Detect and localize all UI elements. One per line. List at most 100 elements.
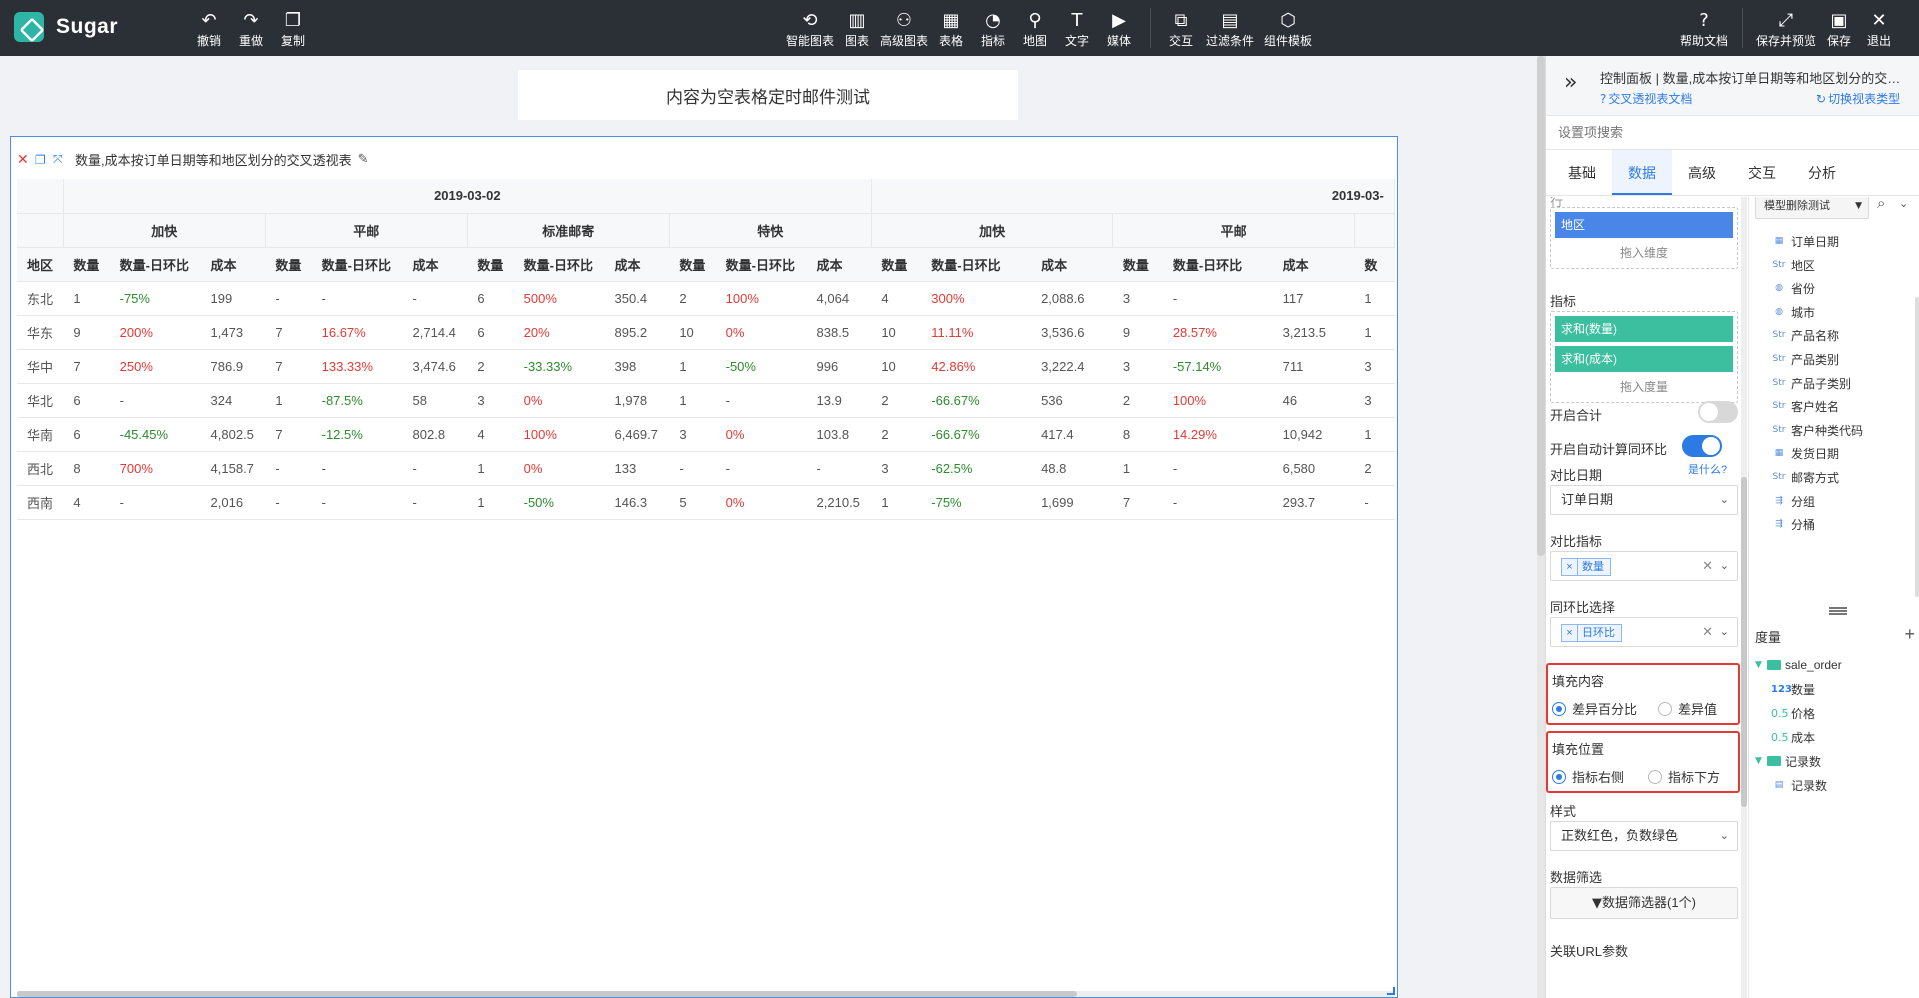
table-cell: 2,714.4	[402, 315, 468, 350]
text-button[interactable]: T 文字	[1056, 0, 1098, 56]
fill-position-group: 填充位置 指标右侧 指标下方	[1546, 731, 1740, 793]
pivot-table-scroll[interactable]: 2019-03-02 2019-03- 加快 平邮 标准邮寄 特快 加快 平邮 地区 数量 数量-日…	[17, 179, 1395, 991]
dimension-field[interactable]: Str 产品子类别	[1771, 373, 1852, 393]
exit-button[interactable]: ✕ 退出	[1859, 0, 1899, 56]
count-folder-label: 记录数	[1785, 754, 1822, 769]
what-is-link[interactable]: 是什么?	[1688, 461, 1727, 477]
table-cell: 350.4	[604, 281, 670, 316]
panel-tab-3[interactable]: 交互	[1732, 150, 1792, 195]
auto-calc-toggle[interactable]	[1682, 435, 1722, 457]
remove-tag-icon[interactable]: ×	[1562, 559, 1578, 575]
metric-dropzone[interactable]: 求和(数量) 求和(成本) 拖入度量	[1550, 311, 1738, 403]
table-button[interactable]: ▦ 表格	[930, 0, 972, 56]
dimension-field[interactable]: Str 客户姓名	[1771, 396, 1840, 416]
collapse-panel-icon[interactable]: »	[1564, 70, 1577, 95]
table-cell: 324	[200, 383, 266, 418]
table-row: 西南 4-2,016- - -1 -50% 146.3 5 0% 2,210.5 1 -75% 1,6…	[17, 485, 1395, 520]
model-select[interactable]: 模型删除测试 ▼	[1755, 197, 1869, 219]
app-logo[interactable]: Sugar	[14, 12, 118, 42]
metric-button[interactable]: ◔ 指标	[972, 0, 1014, 56]
settings-search-input[interactable]	[1546, 116, 1919, 150]
interaction-button[interactable]: ⧉ 交互	[1161, 0, 1201, 56]
compare-metric-tag: × 数量	[1561, 558, 1611, 576]
compare-metric-select[interactable]: × 数量 ✕ ⌄	[1550, 551, 1738, 581]
save-button[interactable]: ▣ 保存	[1819, 0, 1859, 56]
pivot-doc-link[interactable]: ? 交叉透视表文档	[1600, 90, 1692, 107]
count-field[interactable]: ▤ 记录数	[1771, 775, 1827, 795]
pivot-table-widget[interactable]: ✕ ❐ ⤧ 数量,成本按订单日期等和地区划分的交叉透视表 ✎ 2019-03-0…	[10, 136, 1398, 998]
chevron-down-icon[interactable]: ⌄	[1899, 197, 1908, 210]
resize-handle[interactable]	[1387, 987, 1395, 995]
measure-field[interactable]: 123 数量	[1771, 679, 1815, 699]
advanced-chart-button[interactable]: ⚇ 高级图表	[878, 0, 930, 56]
dimension-field[interactable]: Str 客户种类代码	[1771, 420, 1864, 440]
horizontal-scrollbar[interactable]	[17, 991, 1395, 997]
table-cell: -45.45%	[109, 417, 201, 452]
compare-date-select[interactable]: 订单日期 ⌄	[1550, 485, 1738, 515]
fill-content-value-radio[interactable]: 差异值	[1658, 699, 1717, 718]
dimension-field[interactable]: ▦ 发货日期	[1771, 443, 1839, 463]
undo-button[interactable]: ↶ 撤销	[188, 0, 230, 56]
save-preview-button[interactable]: ⤢ 保存并预览	[1753, 0, 1819, 56]
redo-button[interactable]: ↷ 重做	[230, 0, 272, 56]
panel-tab-2[interactable]: 高级	[1672, 150, 1732, 195]
measure-field[interactable]: 0.5 价格	[1771, 703, 1815, 723]
dimension-field[interactable]: ⇶ 分桶	[1771, 514, 1815, 534]
dimension-dropzone[interactable]: 地区 拖入维度	[1550, 207, 1738, 269]
region-cell: 西北	[17, 451, 64, 486]
switch-type-link[interactable]: ↻ 切换视表类型	[1816, 90, 1900, 107]
fill-position-below-radio[interactable]: 指标下方	[1648, 767, 1720, 786]
data-filter-button[interactable]: ▼数据筛选器(1个)	[1550, 887, 1738, 919]
delete-widget-icon[interactable]: ✕	[17, 152, 33, 168]
clear-icon[interactable]: ✕	[1702, 552, 1713, 580]
panel-tab-0[interactable]: 基础	[1552, 150, 1612, 195]
undo-label: 撤销	[196, 34, 221, 48]
dimension-field[interactable]: Str 产品名称	[1771, 325, 1840, 345]
remove-tag-icon[interactable]: ×	[1562, 625, 1578, 641]
style-select[interactable]: 正数红色，负数绿色 ⌄	[1550, 821, 1738, 851]
table-cell: 5	[669, 485, 716, 520]
dimension-chip-region[interactable]: 地区	[1555, 212, 1733, 238]
table-cell: -	[109, 485, 201, 520]
panel-tab-1[interactable]: 数据	[1612, 150, 1672, 195]
dimension-field[interactable]: Str 邮寄方式	[1771, 467, 1840, 487]
fill-content-percent-radio[interactable]: 差异百分比	[1552, 699, 1637, 718]
help-docs-button[interactable]: ? 帮助文档	[1676, 0, 1732, 56]
copy-button[interactable]: ❐ 复制	[272, 0, 314, 56]
splitter-handle[interactable]	[1829, 607, 1847, 615]
fill-position-right-radio[interactable]: 指标右侧	[1552, 767, 1624, 786]
fullscreen-widget-icon[interactable]: ⤧	[53, 152, 69, 167]
count-folder[interactable]: ▼ 记录数	[1755, 751, 1821, 771]
settings-scrollbar[interactable]	[1741, 197, 1747, 998]
smart-chart-button[interactable]: ⟲ 智能图表	[784, 0, 836, 56]
copy-widget-icon[interactable]: ❐	[35, 153, 51, 167]
dimension-field[interactable]: ▦ 订单日期	[1771, 231, 1839, 251]
dimension-field[interactable]: Str 产品类别	[1771, 349, 1840, 369]
map-button[interactable]: ⚲ 地图	[1014, 0, 1056, 56]
dimension-field[interactable]: ◍ 城市	[1771, 302, 1815, 322]
dimension-scrollbar[interactable]	[1915, 297, 1919, 597]
measure-folder[interactable]: ▼ sale_order	[1755, 655, 1842, 675]
filter-button[interactable]: ▤ 过滤条件	[1201, 0, 1259, 56]
canvas-scrollbar[interactable]	[1537, 56, 1545, 998]
dimension-field[interactable]: Str 地区	[1771, 255, 1816, 275]
dimension-field[interactable]: ◍ 省份	[1771, 278, 1815, 298]
component-template-button[interactable]: ⬡ 组件模板	[1259, 0, 1317, 56]
search-icon[interactable]: ⌕	[1877, 197, 1885, 212]
metric-chip-quantity[interactable]: 求和(数量)	[1555, 316, 1733, 342]
save-label: 保存	[1826, 34, 1851, 48]
measure-field[interactable]: 0.5 成本	[1771, 727, 1815, 747]
chart-button[interactable]: ▥ 图表	[836, 0, 878, 56]
metric-column-header: 数量	[63, 247, 110, 282]
edit-title-icon[interactable]: ✎	[358, 152, 369, 167]
add-measure-icon[interactable]: +	[1904, 624, 1915, 645]
clear-icon[interactable]: ✕	[1702, 618, 1713, 646]
media-button[interactable]: ▶ 媒体	[1098, 0, 1140, 56]
dashboard-title[interactable]: 内容为空表格定时邮件测试	[518, 70, 1018, 120]
dimension-field[interactable]: ⇶ 分组	[1771, 491, 1815, 511]
help-icon: ?	[1699, 10, 1709, 31]
yoy-select[interactable]: × 日环比 ✕ ⌄	[1550, 617, 1738, 647]
total-toggle[interactable]	[1698, 401, 1738, 423]
panel-tab-4[interactable]: 分析	[1792, 150, 1852, 195]
metric-chip-cost[interactable]: 求和(成本)	[1555, 346, 1733, 372]
